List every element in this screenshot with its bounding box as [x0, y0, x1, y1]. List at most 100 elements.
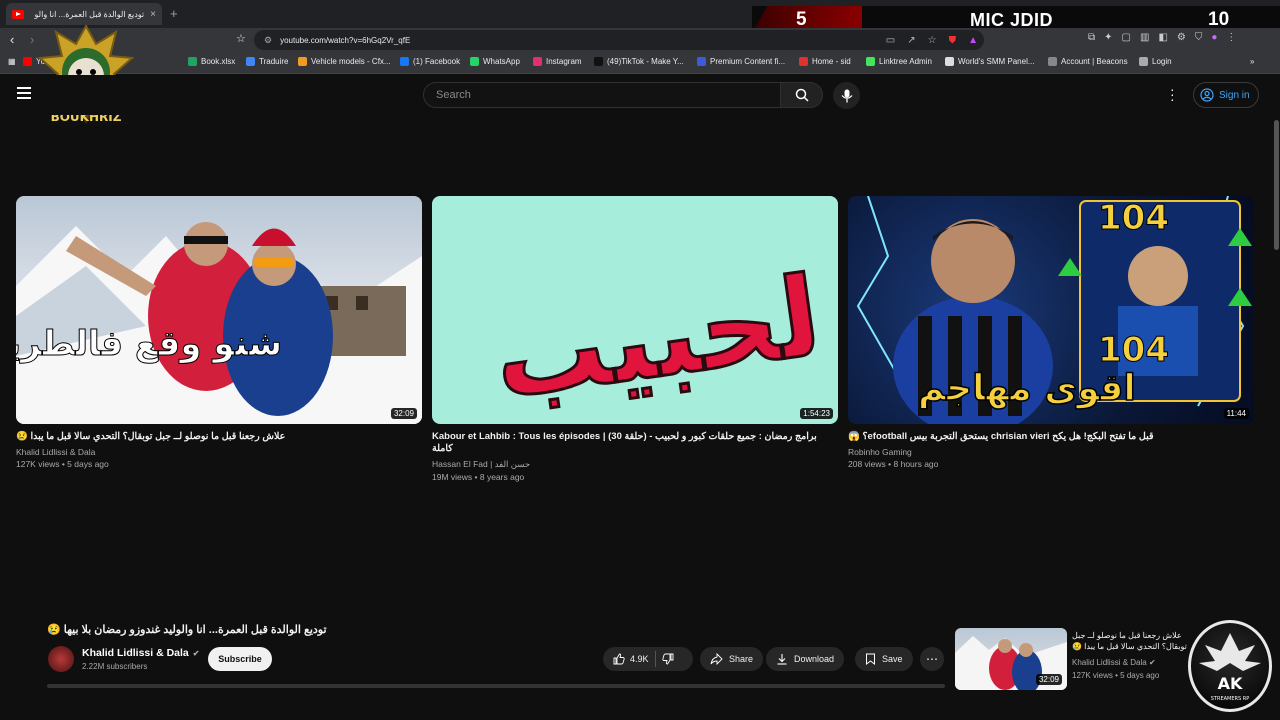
video-card[interactable]: شنو وقع فالطريق 32:09 علاش رجعنا قبل ما …	[16, 196, 422, 469]
bookmark-item[interactable]: Account | Beacons	[1048, 57, 1128, 66]
related-video-thumbnail[interactable]: 32:09	[955, 628, 1067, 690]
settings-icon[interactable]: ⚙	[1177, 32, 1186, 43]
sidebar-icon[interactable]: ▥	[1140, 32, 1149, 43]
related-video-title[interactable]: علاش رجعنا قبل ما نوصلو لــ جبل توبقال؟ …	[1072, 630, 1202, 652]
bookmark-favicon-icon	[246, 57, 255, 66]
voice-search-button[interactable]	[833, 82, 860, 109]
bookmark-item[interactable]: Linktree Admin	[866, 57, 932, 66]
puzzle-icon[interactable]: ✦	[1104, 32, 1112, 43]
profile-icon[interactable]: ●	[1211, 32, 1217, 43]
bookmark-favicon-icon	[945, 57, 954, 66]
video-thumbnail[interactable]: شنو وقع فالطريق 32:09	[16, 196, 422, 424]
bookmark-favicon-icon	[400, 57, 409, 66]
bookmark-favicon-icon	[799, 57, 808, 66]
sign-in-button[interactable]: Sign in	[1193, 82, 1259, 108]
bookmark-favicon-icon	[594, 57, 603, 66]
duration-badge: 32:09	[390, 408, 417, 419]
bookmark-label: (49)TikTok - Make Y...	[607, 57, 684, 66]
bookmark-item[interactable]: (49)TikTok - Make Y...	[594, 57, 684, 66]
share-button[interactable]: Share	[700, 647, 764, 671]
extension-icon[interactable]: ⧉	[1088, 32, 1095, 43]
share-icon	[710, 653, 723, 665]
like-divider	[654, 651, 656, 667]
download-button[interactable]: Download	[766, 647, 845, 671]
thumbnail-text: كبور و لحبيب	[485, 197, 838, 424]
subscriber-count: 2.22M subscribers	[82, 662, 148, 671]
video-card[interactable]: كبور و لحبيب 1:54:23 Kabour et Lahbib : …	[432, 196, 838, 482]
bookmark-item[interactable]: Vehicle models - Cfx...	[298, 57, 391, 66]
tab-close-icon[interactable]: ×	[150, 9, 156, 20]
screen: توديع الوالدة قبل العمرة... انا والو × +…	[0, 0, 1280, 720]
star-icon[interactable]: ☆	[928, 35, 937, 46]
video-title[interactable]: علاش رجعنا قبل ما نوصلو لــ جبل توبقال؟ …	[16, 431, 422, 443]
site-info-icon[interactable]: ⚙	[264, 35, 272, 46]
eagle-emblem-icon: AK STREAMERS RP	[1199, 633, 1261, 702]
bookmark-item[interactable]: Traduire	[246, 57, 289, 66]
watch-video-title: توديع الوالدة قبل العمرة... انا والوليد …	[47, 624, 327, 636]
save-label: Save	[882, 654, 903, 664]
related-duration-badge: 32:09	[1035, 674, 1062, 685]
thumbs-down-icon[interactable]	[661, 653, 674, 665]
back-icon[interactable]: ‹	[10, 32, 14, 47]
search-button[interactable]	[781, 82, 823, 108]
page-scrollbar-thumb[interactable]	[1274, 120, 1279, 250]
video-thumbnail[interactable]: كبور و لحبيب 1:54:23	[432, 196, 838, 424]
bookmark-favicon-icon	[23, 57, 32, 66]
bookmarks-overflow-icon[interactable]: »	[1250, 57, 1254, 66]
video-title[interactable]: Kabour et Lahbib : Tous les épisodes | (…	[432, 431, 838, 455]
subscribe-button[interactable]: Subscribe	[208, 647, 272, 671]
bookmark-item[interactable]: Login	[1139, 57, 1172, 66]
search-icon	[795, 88, 809, 102]
video-channel[interactable]: Khalid Lidlissi & Dala	[16, 447, 422, 457]
reader-icon[interactable]: ▢	[1122, 32, 1131, 43]
watch-channel-name[interactable]: Khalid Lidlissi & Dala ✔	[82, 647, 199, 659]
video-card[interactable]: 104 104 اقوى مهاجم 11:44 قبل ما تفتح الب…	[848, 196, 1254, 469]
more-actions-icon[interactable]: ⋯	[920, 647, 944, 671]
settings-kebab-icon[interactable]: · · ·	[1170, 82, 1175, 106]
bookmark-item[interactable]: World's SMM Panel...	[945, 57, 1035, 66]
bookmark-favicon-icon	[1139, 57, 1148, 66]
bookmark-favicon-icon	[470, 57, 479, 66]
bookmark-item[interactable]: WhatsApp	[470, 57, 520, 66]
related-video-channel[interactable]: Khalid Lidlissi & Dala ✔	[1072, 658, 1156, 667]
video-channel[interactable]: Robinho Gaming	[848, 447, 1254, 457]
menu-icon[interactable]: ⋮	[1226, 32, 1236, 43]
shield-icon[interactable]: ⛉	[1195, 32, 1203, 43]
extension-triangle-icon[interactable]: ▲	[968, 35, 978, 46]
bookmark-item[interactable]: Home - sid	[799, 57, 851, 66]
like-button[interactable]: 4.9K	[613, 653, 649, 665]
bookmark-item[interactable]: Book.xlsx	[188, 57, 235, 66]
bookmark-item[interactable]: Instagram	[533, 57, 582, 66]
thumbnail-text: شنو وقع فالطريق	[16, 324, 283, 365]
bookmark-item[interactable]: Premium Content fi...	[697, 57, 785, 66]
address-bar[interactable]: ⚙ youtube.com/watch?v=6hGq2Vr_qfE ▭ ↗ ☆ …	[254, 30, 984, 50]
bookmark-star-icon[interactable]: ☆	[236, 32, 246, 45]
download-label: Download	[794, 654, 835, 664]
share-page-icon[interactable]: ↗	[907, 35, 915, 46]
extension-shield-icon[interactable]: ⛊	[949, 35, 957, 46]
save-button[interactable]: Save	[855, 647, 913, 671]
apps-icon[interactable]: ▦	[8, 57, 16, 66]
like-count: 4.9K	[630, 654, 649, 664]
search-input[interactable]	[423, 82, 781, 108]
bookmark-label: (1) Facebook	[413, 57, 461, 66]
url-text: youtube.com/watch?v=6hGq2Vr_qfE	[280, 35, 411, 45]
video-title[interactable]: قبل ما تفتح البكج! هل يكح chrisian vieri…	[848, 431, 1254, 443]
bookmark-item[interactable]: (1) Facebook	[400, 57, 460, 66]
tab-search-icon[interactable]: ◧	[1158, 32, 1167, 43]
verified-check-icon: ✔	[192, 648, 200, 658]
account-icon	[1200, 88, 1214, 102]
browser-toolbar: ‹ › ☆ ⚙ youtube.com/watch?v=6hGq2Vr_qfE …	[0, 28, 1280, 52]
bookmark-label: Login	[1152, 57, 1172, 66]
bookmark-label: Instagram	[546, 57, 582, 66]
cast-icon[interactable]: ▭	[886, 35, 895, 46]
video-channel[interactable]: Hassan El Fad | حسن الفد	[432, 459, 838, 470]
bookmark-favicon-icon	[1048, 57, 1057, 66]
channel-avatar[interactable]	[48, 646, 74, 672]
guide-menu-icon[interactable]	[17, 87, 31, 99]
verified-check-icon: ✔	[1148, 658, 1156, 667]
new-tab-button[interactable]: +	[170, 6, 178, 21]
bookmark-label: Home - sid	[812, 57, 851, 66]
video-thumbnail[interactable]: 104 104 اقوى مهاجم 11:44	[848, 196, 1254, 424]
bookmark-favicon-icon	[188, 57, 197, 66]
